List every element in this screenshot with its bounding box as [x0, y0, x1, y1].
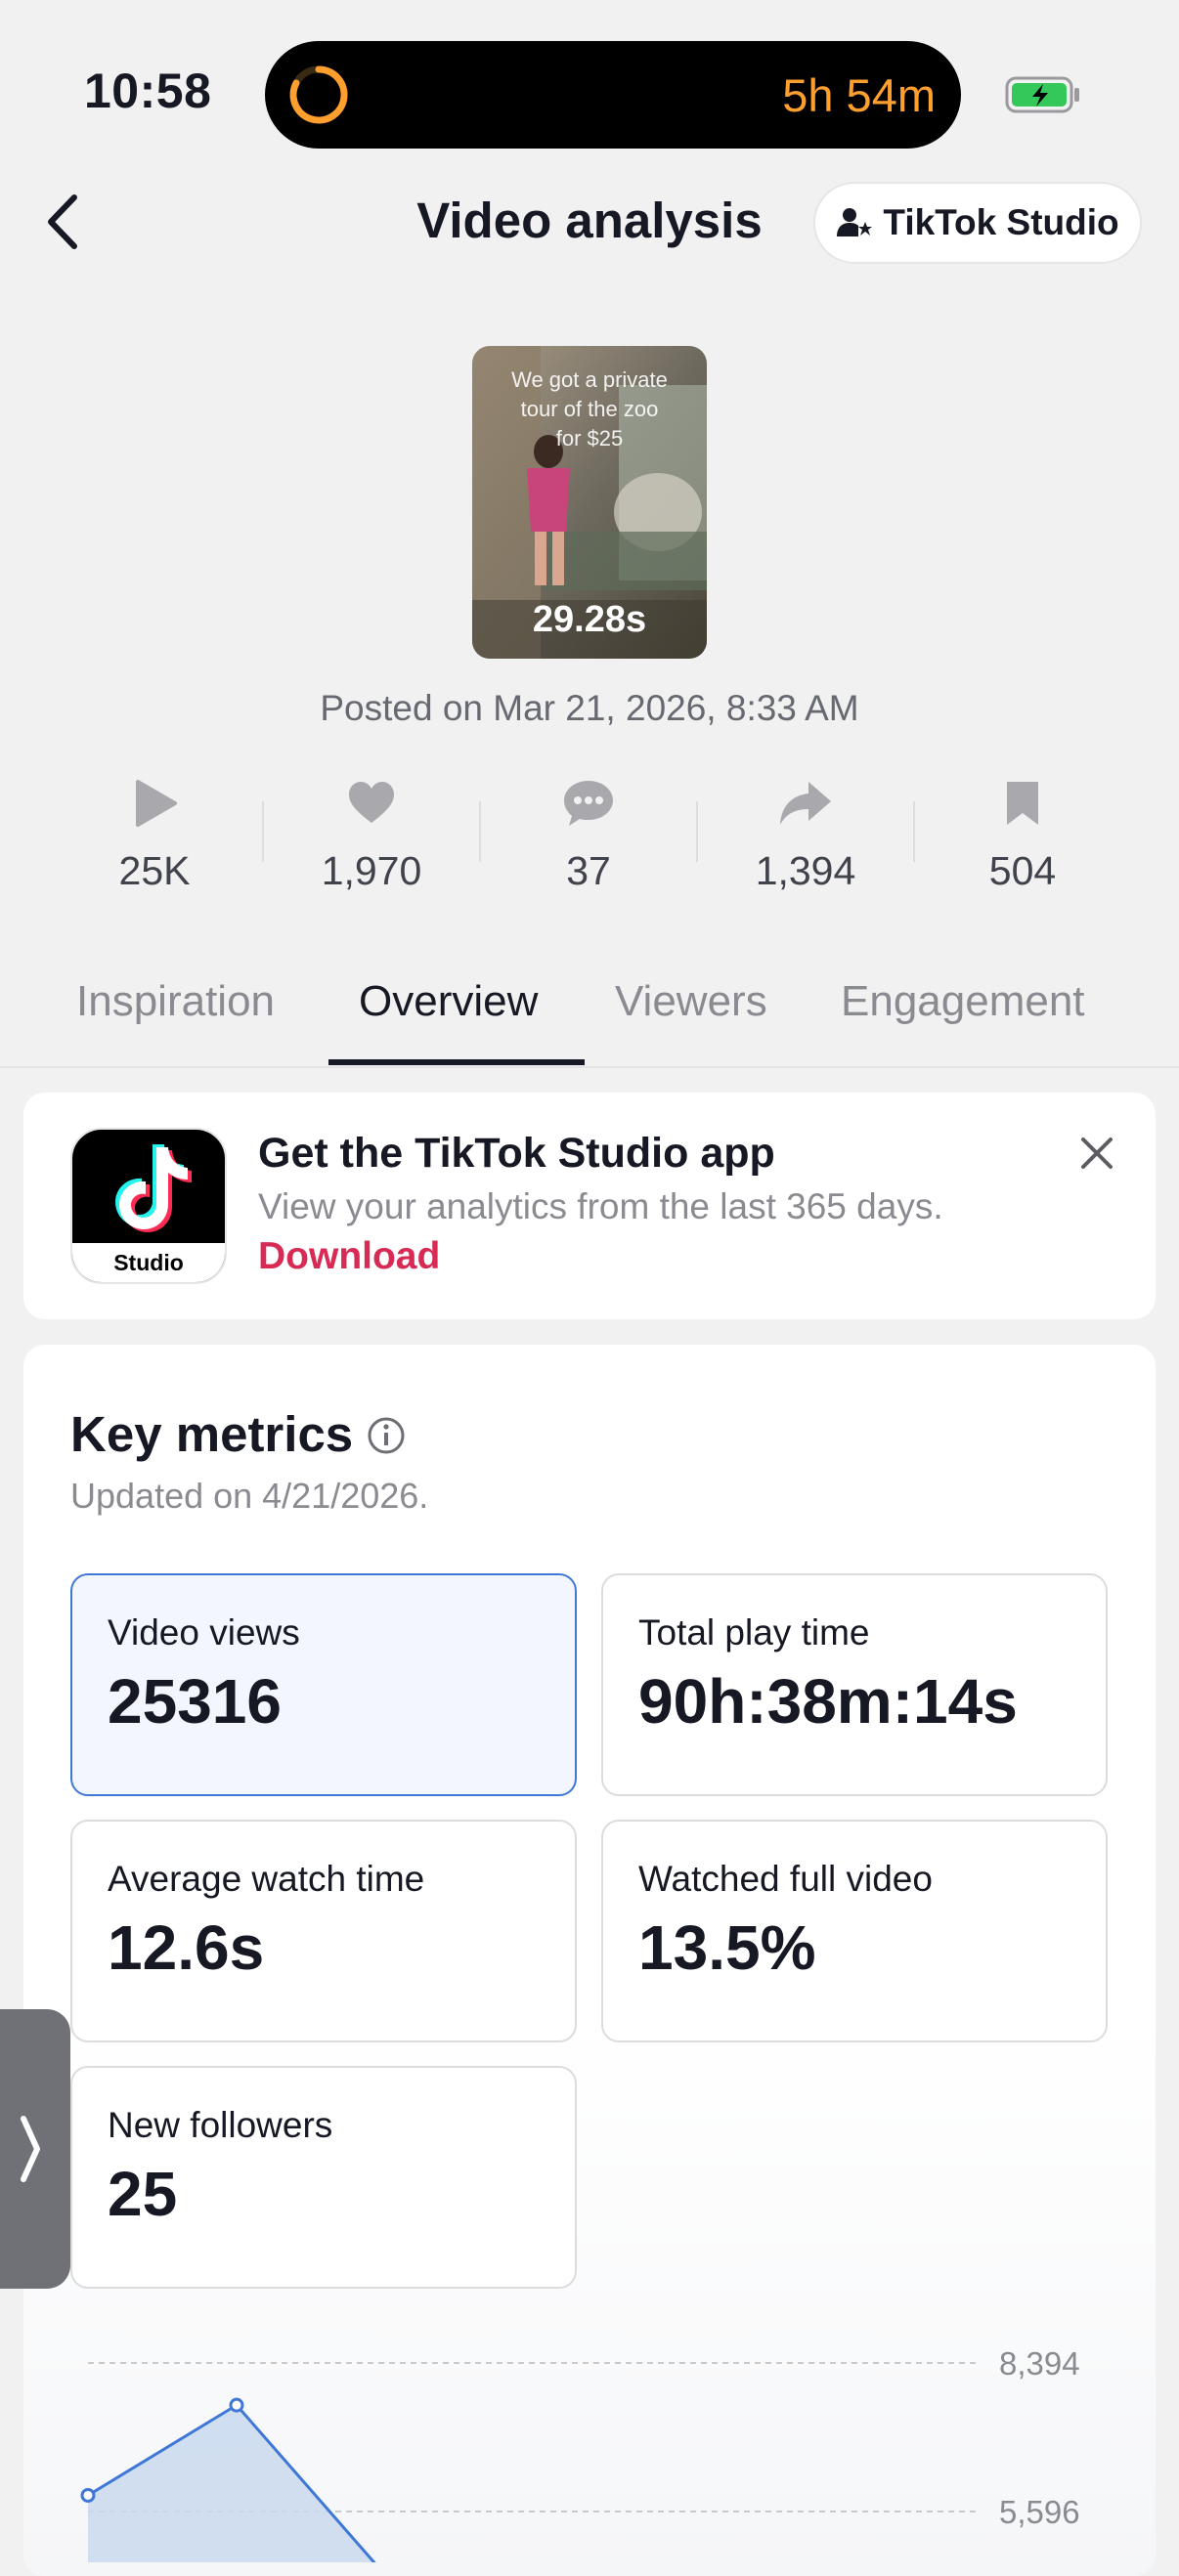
tabs-divider: [0, 1066, 1179, 1068]
metric-value: 12.6s: [108, 1912, 265, 1983]
video-thumbnail[interactable]: We got a private tour of the zoo for $25…: [472, 346, 707, 659]
download-link[interactable]: Download: [258, 1235, 440, 1278]
chart-y-tick-label: 8,394: [999, 2345, 1080, 2382]
chart-point[interactable]: [229, 2397, 244, 2413]
side-drawer-handle[interactable]: [0, 2009, 70, 2289]
metric-label: Average watch time: [108, 1859, 425, 1899]
close-icon[interactable]: [1075, 1132, 1118, 1175]
tab-overview[interactable]: Overview: [359, 977, 538, 1026]
tiktok-logo-icon: [115, 1144, 192, 1232]
stat-divider: [262, 801, 264, 862]
user-star-icon: [837, 208, 873, 236]
info-icon[interactable]: [366, 1415, 407, 1456]
promo-title: Get the TikTok Studio app: [258, 1130, 775, 1177]
chart-y-tick-label: 5,596: [999, 2494, 1080, 2530]
stat-value: 1,394: [755, 848, 856, 893]
heart-icon: [349, 782, 394, 823]
tab-inspiration[interactable]: Inspiration: [76, 977, 275, 1026]
promo-subtitle: View your analytics from the last 365 da…: [258, 1186, 943, 1226]
metric-value: 25: [108, 2159, 178, 2229]
tiktok-studio-label: TikTok Studio: [883, 202, 1119, 242]
metrics-updated-date: Updated on 4/21/2026.: [70, 1476, 429, 1516]
metric-card-video-views[interactable]: Video views 25316: [70, 1573, 577, 1796]
stat-likes: 1,970: [284, 778, 459, 894]
metric-value: 13.5%: [638, 1912, 816, 1983]
video-duration: 29.28s: [532, 599, 647, 640]
stat-divider: [913, 801, 915, 862]
metric-label: Watched full video: [638, 1859, 933, 1899]
stat-views: 25K: [66, 778, 242, 894]
stat-divider: [696, 801, 698, 862]
play-icon: [136, 780, 177, 827]
posted-date: Posted on Mar 21, 2026, 8:33 AM: [320, 688, 859, 728]
tab-viewers[interactable]: Viewers: [615, 977, 767, 1026]
battery-icon: [1005, 76, 1079, 113]
metric-label: Video views: [108, 1612, 300, 1653]
thumbnail-caption: We got a private tour of the zoo for $25: [511, 367, 668, 451]
timer-label: 5h 54m: [782, 69, 936, 121]
metric-label: Total play time: [638, 1612, 870, 1653]
app-icon-label: Studio: [72, 1243, 225, 1282]
metric-card-average-watch-time[interactable]: Average watch time 12.6s: [70, 1820, 577, 2042]
tab-engagement[interactable]: Engagement: [841, 977, 1085, 1026]
stat-value: 37: [566, 848, 611, 893]
key-metrics-title: Key metrics: [70, 1406, 354, 1462]
stat-saves: 504: [935, 778, 1111, 894]
comment-icon: [564, 781, 613, 826]
dynamic-island[interactable]: 5h 54m: [265, 41, 961, 149]
stat-value: 504: [988, 848, 1057, 893]
metric-value: 90h:38m:14s: [638, 1666, 1018, 1737]
tiktok-studio-button[interactable]: TikTok Studio: [813, 182, 1142, 264]
views-chart: 8,394 5,596: [80, 2345, 1080, 2562]
stat-value: 25K: [118, 848, 191, 893]
metric-value: 25316: [108, 1666, 282, 1737]
chart-point[interactable]: [80, 2487, 96, 2503]
tiktok-studio-app-icon: Studio: [70, 1128, 227, 1284]
status-time: 10:58: [84, 64, 212, 118]
stat-shares: 1,394: [718, 778, 894, 894]
chevron-right-icon: [21, 2116, 40, 2182]
timer-ring-icon: [289, 65, 348, 124]
metric-label: New followers: [108, 2105, 333, 2145]
metric-card-total-play-time[interactable]: Total play time 90h:38m:14s: [601, 1573, 1108, 1796]
stat-value: 1,970: [321, 848, 422, 893]
metric-card-watched-full-video[interactable]: Watched full video 13.5%: [601, 1820, 1108, 2042]
chart-area-fill: [88, 2405, 385, 2562]
active-tab-indicator: [328, 1059, 585, 1065]
stat-comments: 37: [501, 778, 677, 894]
metric-card-new-followers[interactable]: New followers 25: [70, 2066, 577, 2289]
bookmark-icon: [1007, 782, 1038, 825]
share-icon: [780, 782, 831, 825]
stat-divider: [479, 801, 481, 862]
